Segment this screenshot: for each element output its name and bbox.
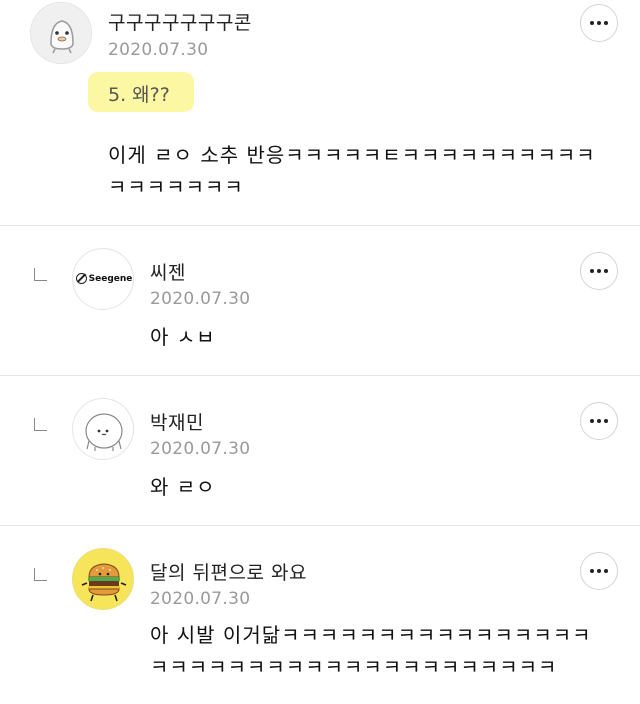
no-entry-icon (75, 273, 87, 284)
subtitle: 5. 왜?? (108, 84, 170, 106)
seegene-logo: Seegene (75, 273, 133, 284)
reply-arrow-icon (34, 418, 47, 431)
avatar[interactable] (72, 548, 134, 610)
comment-text-line1: 이게 ㄹㅇ 소추 반응ㅋㅋㅋㅋㅋㅌㅋㅋㅋㅋㅋㅋㅋㅋㅋㅋ (108, 143, 596, 167)
date: 2020.07.30 (150, 589, 251, 609)
comment-text-line2: ㅋㅋㅋㅋㅋㅋㅋ (108, 175, 244, 199)
comment-text-line2: ㅋㅋㅋㅋㅋㅋㅋㅋㅋㅋㅋㅋㅋㅋㅋㅋㅋㅋㅋㅋㅋ (150, 655, 558, 679)
date: 2020.07.30 (150, 289, 251, 309)
comment-4: 달의 뒤편으로 와요 2020.07.30 아 시발 이거닮ㅋㅋㅋㅋㅋㅋㅋㅋㅋㅋ… (0, 526, 640, 704)
more-options-button[interactable] (580, 552, 618, 590)
more-options-icon (590, 569, 594, 573)
nickname[interactable]: 박재민 (150, 408, 204, 435)
comment-3: 박재민 2020.07.30 와 ㄹㅇ (0, 376, 640, 524)
avatar[interactable] (30, 2, 92, 64)
comment-text-line1: 아 ㅅㅂ (150, 325, 216, 349)
comment-2: Seegene 씨젠 2020.07.30 아 ㅅㅂ (0, 226, 640, 374)
character-icon (85, 413, 123, 451)
more-options-icon (590, 419, 594, 423)
more-options-button[interactable] (580, 252, 618, 290)
comment-text-line1: 와 ㄹㅇ (150, 475, 216, 499)
avatar[interactable] (72, 398, 134, 460)
nickname[interactable]: 구구구구구구구콘 (108, 8, 252, 35)
logo-text: Seegene (88, 273, 133, 284)
more-options-icon (590, 269, 594, 273)
date: 2020.07.30 (150, 439, 251, 459)
nickname[interactable]: 달의 뒤편으로 와요 (150, 558, 307, 585)
comment-text-line1: 아 시발 이거닮ㅋㅋㅋㅋㅋㅋㅋㅋㅋㅋㅋㅋㅋㅋㅋㅋ (150, 623, 592, 647)
more-options-button[interactable] (580, 402, 618, 440)
character-icon (32, 4, 91, 63)
reply-arrow-icon (34, 568, 47, 581)
more-options-button[interactable] (580, 4, 618, 42)
date: 2020.07.30 (108, 40, 209, 60)
nickname[interactable]: 씨젠 (150, 258, 186, 285)
avatar[interactable]: Seegene (72, 248, 134, 310)
comment-1: 구구구구구구구콘 2020.07.30 5. 왜?? 이게 ㄹㅇ 소추 반응ㅋㅋ… (0, 0, 640, 224)
reply-arrow-icon (34, 268, 47, 281)
burger-icon (73, 549, 133, 609)
more-options-icon (590, 21, 594, 25)
